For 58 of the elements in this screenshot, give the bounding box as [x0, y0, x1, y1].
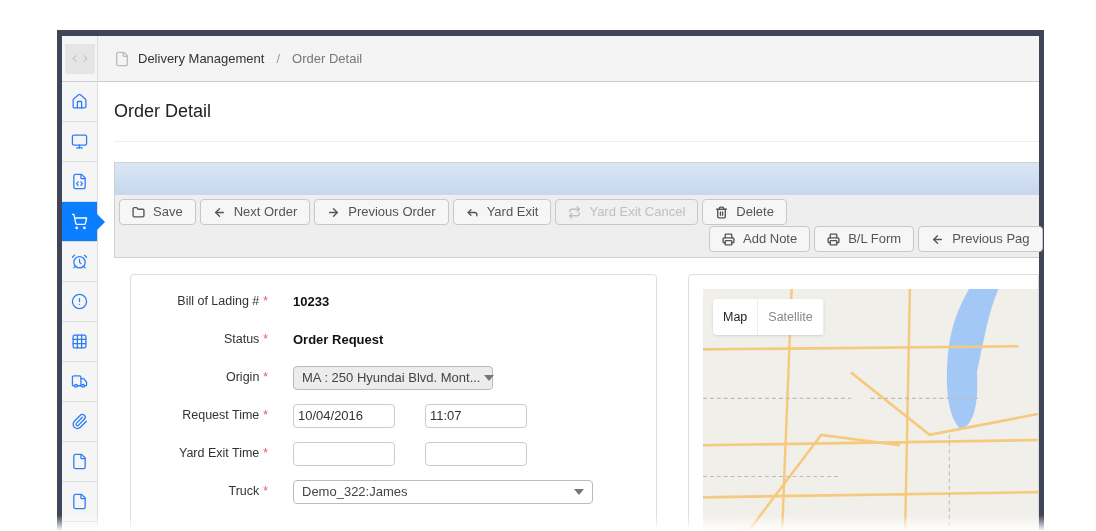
field-value: Order Request	[293, 330, 384, 349]
map-type-tab[interactable]: Satellite	[758, 299, 824, 335]
caret-icon	[484, 374, 495, 381]
required-marker: *	[263, 293, 268, 311]
arrow-left-icon	[212, 205, 226, 219]
collapse-toggle[interactable]	[64, 43, 95, 74]
file-icon	[71, 453, 88, 470]
code-file-icon	[71, 173, 88, 190]
required-marker: *	[263, 331, 268, 349]
home-icon	[71, 93, 88, 110]
input-field[interactable]	[425, 441, 527, 466]
required-marker: *	[263, 407, 268, 425]
breadcrumb-link[interactable]: Delivery Management	[138, 48, 265, 69]
sidebar-item[interactable]	[62, 202, 97, 242]
monitor-icon	[71, 133, 88, 150]
toolbar-button[interactable]: Next Order	[199, 199, 311, 225]
field-value: 10233	[293, 292, 330, 311]
select-field[interactable]: Demo_322:James	[293, 479, 593, 504]
repeat-icon	[568, 205, 582, 219]
input-field[interactable]: 11:07	[425, 403, 527, 428]
field-label: Truck	[228, 483, 260, 501]
alert-icon	[71, 293, 88, 310]
page-icon	[114, 50, 130, 67]
trash-icon	[715, 205, 729, 219]
arrow-left-icon	[931, 232, 945, 246]
toolbar-button[interactable]: Add Note	[709, 226, 811, 252]
field-label: Request Time	[182, 407, 260, 425]
required-marker: *	[263, 445, 268, 463]
grid-icon	[71, 333, 88, 350]
input-field[interactable]	[293, 441, 395, 466]
folder-icon	[132, 205, 145, 219]
input-field[interactable]: 10/04/2016	[293, 403, 395, 428]
printer-icon	[827, 232, 841, 246]
breadcrumb-separator: /	[276, 49, 281, 68]
toolbar-button[interactable]: Save	[119, 199, 196, 225]
selection-pointer	[97, 214, 105, 230]
field-label: Origin	[226, 369, 260, 387]
page-title: Order Detail	[114, 100, 212, 123]
breadcrumb-current: Order Detail	[292, 49, 363, 68]
caret-icon	[574, 488, 584, 495]
file-icon	[71, 493, 88, 510]
required-marker: *	[263, 483, 268, 501]
toolbar-button[interactable]: B/L Form	[814, 226, 915, 252]
map-type-tab[interactable]: Map	[713, 299, 759, 335]
toolbar-button[interactable]: Previous Order	[314, 199, 449, 225]
cart-icon	[71, 213, 88, 230]
required-marker: *	[263, 369, 268, 387]
field-label: Bill of Lading #	[177, 293, 260, 311]
field-label: Yard Exit Time	[178, 445, 260, 463]
arrow-right-icon	[327, 205, 341, 219]
truck-icon	[71, 373, 88, 390]
paperclip-icon	[71, 413, 88, 430]
field-label: Status	[223, 331, 260, 349]
toolbar-button[interactable]: Delete	[702, 199, 787, 225]
alarm-clock-icon	[71, 253, 88, 270]
printer-icon	[722, 232, 735, 246]
toolbar-button[interactable]: Previous Pag	[918, 226, 1043, 252]
toolbar-button[interactable]: Yard Exit	[452, 199, 552, 225]
